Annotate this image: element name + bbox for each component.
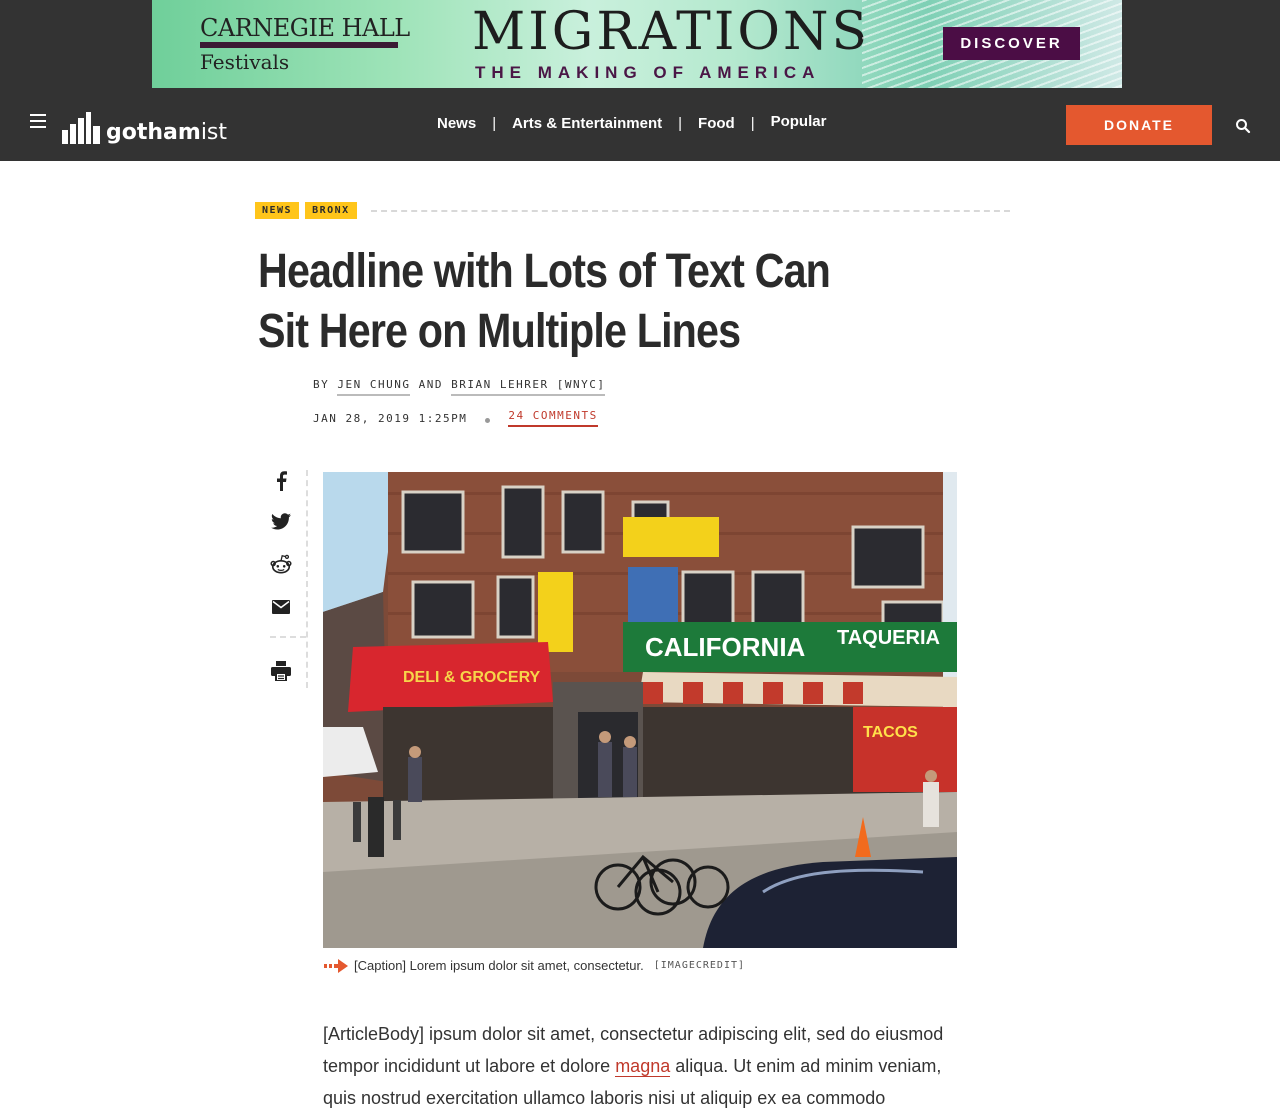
site-header: gothamist News | Arts & Entertainment | … <box>0 88 1280 161</box>
share-divider <box>270 636 306 638</box>
article-body: [ArticleBody] ipsum dolor sit amet, cons… <box>323 1024 944 1108</box>
facebook-icon[interactable] <box>270 470 292 492</box>
article-hero-image: CALIFORNIA TAQUERIA DELI & GROCERY TACOS <box>323 472 957 948</box>
nav-link-popular[interactable]: Popular <box>771 113 827 130</box>
comments-link[interactable]: 24 COMMENTS <box>508 409 598 427</box>
ad-sponsor-bar <box>200 42 398 48</box>
nav-separator: | <box>750 115 755 132</box>
article-headline: Headline with Lots of Text Can Sit Here … <box>258 245 831 358</box>
nav-link-food[interactable]: Food <box>698 115 735 132</box>
search-icon[interactable] <box>1235 118 1251 134</box>
meta-dot <box>485 417 491 423</box>
tag-bronx[interactable]: BRONX <box>305 202 357 219</box>
menu-icon[interactable] <box>30 114 46 130</box>
photo-sign-tacos: TACOS <box>863 724 918 741</box>
ad-sponsor-subtitle: Festivals <box>200 50 290 74</box>
main-nav: News | Arts & Entertainment | Food | Pop… <box>437 113 827 132</box>
author-link-brian-lehrer[interactable]: BRIAN LEHRER [WNYC] <box>451 378 606 396</box>
donate-button[interactable]: DONATE <box>1066 105 1212 145</box>
nav-separator: | <box>678 115 683 132</box>
photo-sign-deli: DELI & GROCERY <box>403 669 541 686</box>
nav-link-news[interactable]: News <box>437 115 476 132</box>
caption-arrow-icon <box>324 958 348 973</box>
email-icon[interactable] <box>270 596 292 618</box>
body-link-magna[interactable]: magna <box>615 1056 671 1077</box>
nav-link-arts-entertainment[interactable]: Arts & Entertainment <box>512 115 662 132</box>
caption-text: [Caption] Lorem ipsum dolor sit amet, co… <box>354 958 644 973</box>
byline-by: BY <box>313 378 330 391</box>
tag-divider <box>370 209 1010 212</box>
site-logo[interactable]: gothamist <box>62 108 227 144</box>
article-tags: NEWS BRONX <box>255 202 1010 219</box>
ad-title: MIGRATIONS <box>472 2 871 62</box>
logo-wordmark: gothamist <box>106 120 228 145</box>
print-icon[interactable] <box>270 660 292 682</box>
byline-and: AND <box>418 378 443 391</box>
nav-separator: | <box>492 115 497 132</box>
article-meta: JAN 28, 2019 1:25PM 24 COMMENTS <box>313 409 598 427</box>
tag-news[interactable]: NEWS <box>255 202 300 219</box>
reddit-icon[interactable] <box>270 553 292 575</box>
byline: BY JEN CHUNG AND BRIAN LEHRER [WNYC] <box>313 378 606 396</box>
author-link-jen-chung[interactable]: JEN CHUNG <box>337 378 411 396</box>
photo-sign-california: CALIFORNIA <box>645 632 806 662</box>
ad-discover-button[interactable]: DISCOVER <box>943 27 1080 60</box>
photo-sign-taqueria: TAQUERIA <box>837 627 940 649</box>
ad-sponsor-name: CARNEGIE HALL <box>200 14 410 42</box>
ad-banner-strip: CARNEGIE HALL Festivals MIGRATIONS THE M… <box>0 0 1280 88</box>
image-caption: [Caption] Lorem ipsum dolor sit amet, co… <box>324 958 745 973</box>
share-rail <box>262 470 308 688</box>
publish-date: JAN 28, 2019 1:25PM <box>313 411 468 425</box>
image-credit: [IMAGECREDIT] <box>653 960 746 971</box>
ad-subtitle: THE MAKING OF AMERICA <box>475 63 821 82</box>
skyline-logo-icon <box>62 112 100 144</box>
ad-banner[interactable]: CARNEGIE HALL Festivals MIGRATIONS THE M… <box>152 0 1122 88</box>
twitter-icon[interactable] <box>270 510 292 532</box>
